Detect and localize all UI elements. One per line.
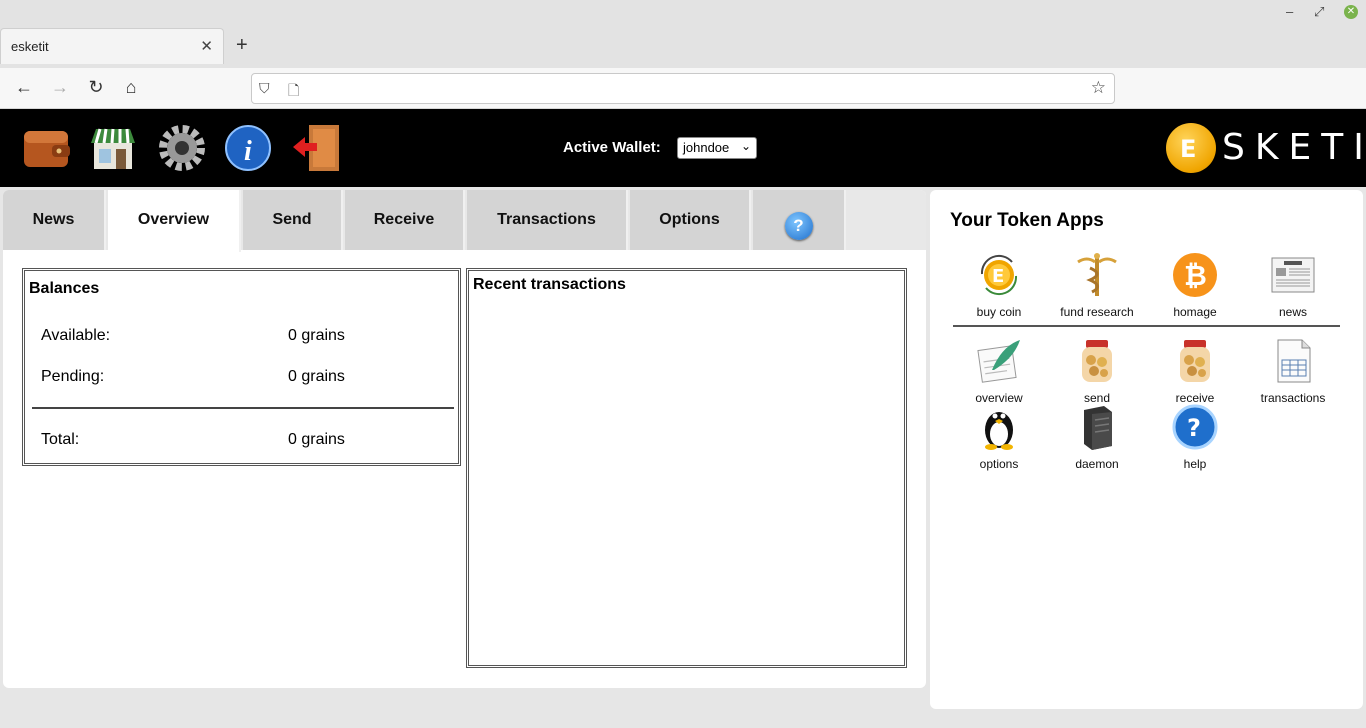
app-buy-coin[interactable]: E buy coin [950,252,1048,319]
info-icon[interactable]: i [223,123,273,173]
available-value: 0 grains [288,327,345,344]
balances-box: Balances Available: 0 grains Pending: 0 … [22,268,461,466]
tab-label: News [32,211,75,228]
available-label: Available: [41,327,111,344]
app-transactions[interactable]: transactions [1244,338,1342,405]
page-icon: 🗋 [288,82,300,98]
window-close-icon[interactable]: ✕ [1344,5,1358,19]
wallet-icon[interactable] [22,123,72,173]
app-send[interactable]: send [1048,338,1146,405]
wallet-select[interactable]: johndoe ⌄ [677,137,757,159]
recent-transactions-title: Recent transactions [473,276,626,293]
tab-receive[interactable]: Receive [345,190,465,250]
tab-close-icon[interactable]: ✕ [200,37,213,55]
help-symbol: ? [1187,414,1201,442]
coin-refresh-icon: E [980,254,1018,296]
token-apps-title: Your Token Apps [950,210,1104,231]
app-options[interactable]: options [950,404,1048,471]
balances-title: Balances [29,280,100,297]
help-icon: ? [1172,404,1218,450]
app-header: i Active Wallet: johndoe ⌄ E SKETIT [0,109,1366,187]
tab-news[interactable]: News [3,190,106,250]
maximize-icon[interactable]: ⤢ [1314,4,1324,20]
tab-options[interactable]: Options [630,190,751,250]
browser-titlebar: esketit ✕ + – ⤢ ✕ [0,0,1366,68]
caduceus-icon [1077,253,1117,296]
newspaper-icon [1271,257,1315,293]
app-overview[interactable]: overview [950,338,1048,405]
shield-icon[interactable]: ⛉ [259,80,270,97]
active-wallet-label: Active Wallet: [563,139,661,156]
bookmark-star-icon[interactable]: ☆ [1091,78,1106,98]
app-label: options [979,457,1019,471]
forward-icon[interactable]: → [48,77,72,98]
app-label: help [1183,457,1207,471]
pending-label: Pending: [41,368,105,385]
token-apps-panel: Your Token Apps E buy coin fund research… [930,190,1363,709]
tab-label: Options [659,211,720,228]
app-label: fund research [1060,305,1134,319]
apps-divider [953,325,1340,327]
new-tab-button[interactable]: + [236,34,248,57]
app-daemon[interactable]: daemon [1048,404,1146,471]
bitcoin-symbol: ₿ [1184,259,1207,292]
tab-label: Receive [373,211,435,228]
tab-overview[interactable]: Overview [108,190,241,252]
app-fund-research[interactable]: fund research [1048,252,1146,319]
notepad-feather-icon [977,340,1020,383]
tab-label: Overview [137,211,210,228]
tab-transactions[interactable]: Transactions [467,190,628,250]
app-receive[interactable]: receive [1146,338,1244,405]
app-label: receive [1175,391,1215,405]
app-label: overview [975,391,1023,405]
coin-letter: E [992,266,1004,287]
document-table-icon [1277,339,1311,383]
tab-title: esketit [11,39,49,54]
penguin-icon [985,412,1013,450]
logo-coin-icon: E [1166,123,1216,173]
browser-navbar: ← → ↻ ⌂ ⛉ 🗋 ☆ [0,68,1366,109]
chevron-down-icon: ⌄ [740,139,751,153]
shop-icon[interactable] [88,123,138,173]
app-news[interactable]: news [1244,252,1342,319]
tab-label: Transactions [497,211,596,228]
home-icon[interactable]: ⌂ [119,77,143,98]
back-icon[interactable]: ← [12,77,36,98]
reload-icon[interactable]: ↻ [84,77,108,98]
app-label: buy coin [976,305,1022,319]
main-panel: News Overview Send Receive Transactions … [3,190,926,688]
tab-send[interactable]: Send [243,190,343,250]
help-icon: ? [784,212,813,240]
app-homage[interactable]: ₿ homage [1146,252,1244,319]
app-label: homage [1173,305,1217,319]
balances-divider [32,407,454,409]
tab-label: Send [272,211,312,228]
app-label: send [1083,391,1111,405]
recent-transactions-box: Recent transactions [466,268,907,668]
logout-icon[interactable] [291,123,341,173]
gear-icon[interactable] [157,123,207,173]
app-help[interactable]: ? help [1146,404,1244,471]
total-value: 0 grains [288,431,345,448]
pending-value: 0 grains [288,368,345,385]
total-label: Total: [41,431,80,448]
address-bar[interactable]: ⛉ 🗋 ☆ [251,73,1115,104]
tab-help[interactable]: ? [753,190,846,250]
coin-jar-icon [1180,340,1210,382]
svg-text:i: i [244,136,252,167]
server-icon [1084,406,1112,450]
wallet-select-value: johndoe [683,140,730,155]
bitcoin-icon: ₿ [1173,253,1217,297]
logo-letter: E [1180,135,1197,163]
coin-jar-icon [1082,340,1112,382]
tab-bar: News Overview Send Receive Transactions … [3,190,926,252]
minimize-icon[interactable]: – [1286,4,1293,19]
logo-text: SKETIT [1222,127,1366,168]
browser-tab[interactable]: esketit ✕ [0,28,224,64]
app-label: daemon [1075,457,1119,471]
app-label: transactions [1260,391,1326,405]
app-label: news [1278,305,1307,319]
